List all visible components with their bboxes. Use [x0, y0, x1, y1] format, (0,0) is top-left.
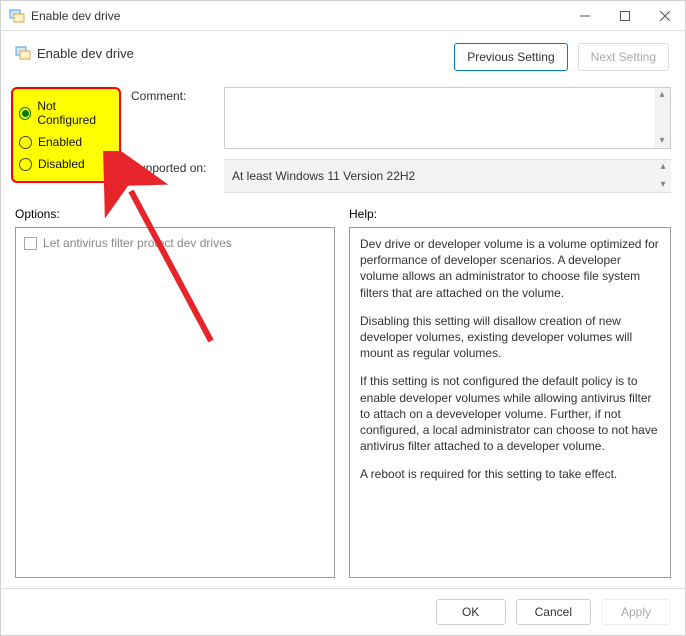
maximize-button[interactable]	[605, 1, 645, 31]
ok-button[interactable]: OK	[436, 599, 506, 625]
help-paragraph: A reboot is required for this setting to…	[360, 466, 660, 482]
radio-icon	[19, 136, 32, 149]
close-button[interactable]	[645, 1, 685, 31]
apply-button: Apply	[601, 599, 671, 625]
help-paragraph: Disabling this setting will disallow cre…	[360, 313, 660, 362]
options-label: Options:	[15, 207, 335, 221]
content-area: Enable dev drive Previous Setting Next S…	[1, 31, 685, 588]
close-icon	[660, 11, 670, 21]
help-paragraph: If this setting is not configured the de…	[360, 373, 660, 454]
state-radio-group: Not Configured Enabled Disabled	[11, 87, 121, 183]
next-setting-button: Next Setting	[578, 43, 669, 71]
radio-label: Enabled	[38, 135, 82, 149]
previous-setting-button[interactable]: Previous Setting	[454, 43, 567, 71]
window-title: Enable dev drive	[31, 9, 565, 23]
titlebar: Enable dev drive	[1, 1, 685, 31]
scroll-down-icon: ▾	[660, 180, 665, 190]
antivirus-checkbox-label: Let antivirus filter protect dev drives	[43, 236, 232, 250]
supported-on-field: At least Windows 11 Version 22H2 ▴ ▾	[224, 159, 671, 193]
comment-textarea[interactable]: ▴ ▾	[224, 87, 671, 149]
setting-title: Enable dev drive	[37, 46, 134, 61]
minimize-button[interactable]	[565, 1, 605, 31]
help-panel: Dev drive or developer volume is a volum…	[349, 227, 671, 578]
antivirus-checkbox-row: Let antivirus filter protect dev drives	[24, 236, 326, 250]
minimize-icon	[580, 11, 590, 21]
supported-on-value: At least Windows 11 Version 22H2	[232, 169, 415, 183]
app-icon	[9, 8, 25, 24]
radio-icon	[19, 158, 32, 171]
radio-enabled[interactable]: Enabled	[19, 131, 113, 153]
radio-label: Disabled	[38, 157, 85, 171]
comment-scrollbar[interactable]: ▴ ▾	[654, 88, 670, 148]
help-paragraph: Dev drive or developer volume is a volum…	[360, 236, 660, 301]
supported-scrollbar: ▴ ▾	[655, 160, 671, 192]
radio-disabled[interactable]: Disabled	[19, 153, 113, 175]
options-panel: Let antivirus filter protect dev drives	[15, 227, 335, 578]
dialog-footer: OK Cancel Apply	[1, 588, 685, 635]
comment-label: Comment:	[131, 87, 216, 103]
scroll-up-icon: ▴	[660, 162, 665, 172]
supported-on-label: Supported on:	[131, 159, 216, 175]
dialog-window: Enable dev drive Enable dev drive Previo…	[0, 0, 686, 636]
radio-label: Not Configured	[37, 99, 113, 127]
setting-icon	[15, 45, 31, 61]
cancel-button[interactable]: Cancel	[516, 599, 591, 625]
maximize-icon	[620, 11, 630, 21]
radio-icon	[19, 107, 31, 120]
radio-not-configured[interactable]: Not Configured	[19, 95, 113, 131]
scroll-up-icon: ▴	[659, 90, 664, 100]
scroll-down-icon: ▾	[659, 136, 664, 146]
help-label: Help:	[335, 207, 671, 221]
antivirus-checkbox[interactable]	[24, 237, 37, 250]
header-row: Enable dev drive Previous Setting Next S…	[15, 41, 671, 71]
